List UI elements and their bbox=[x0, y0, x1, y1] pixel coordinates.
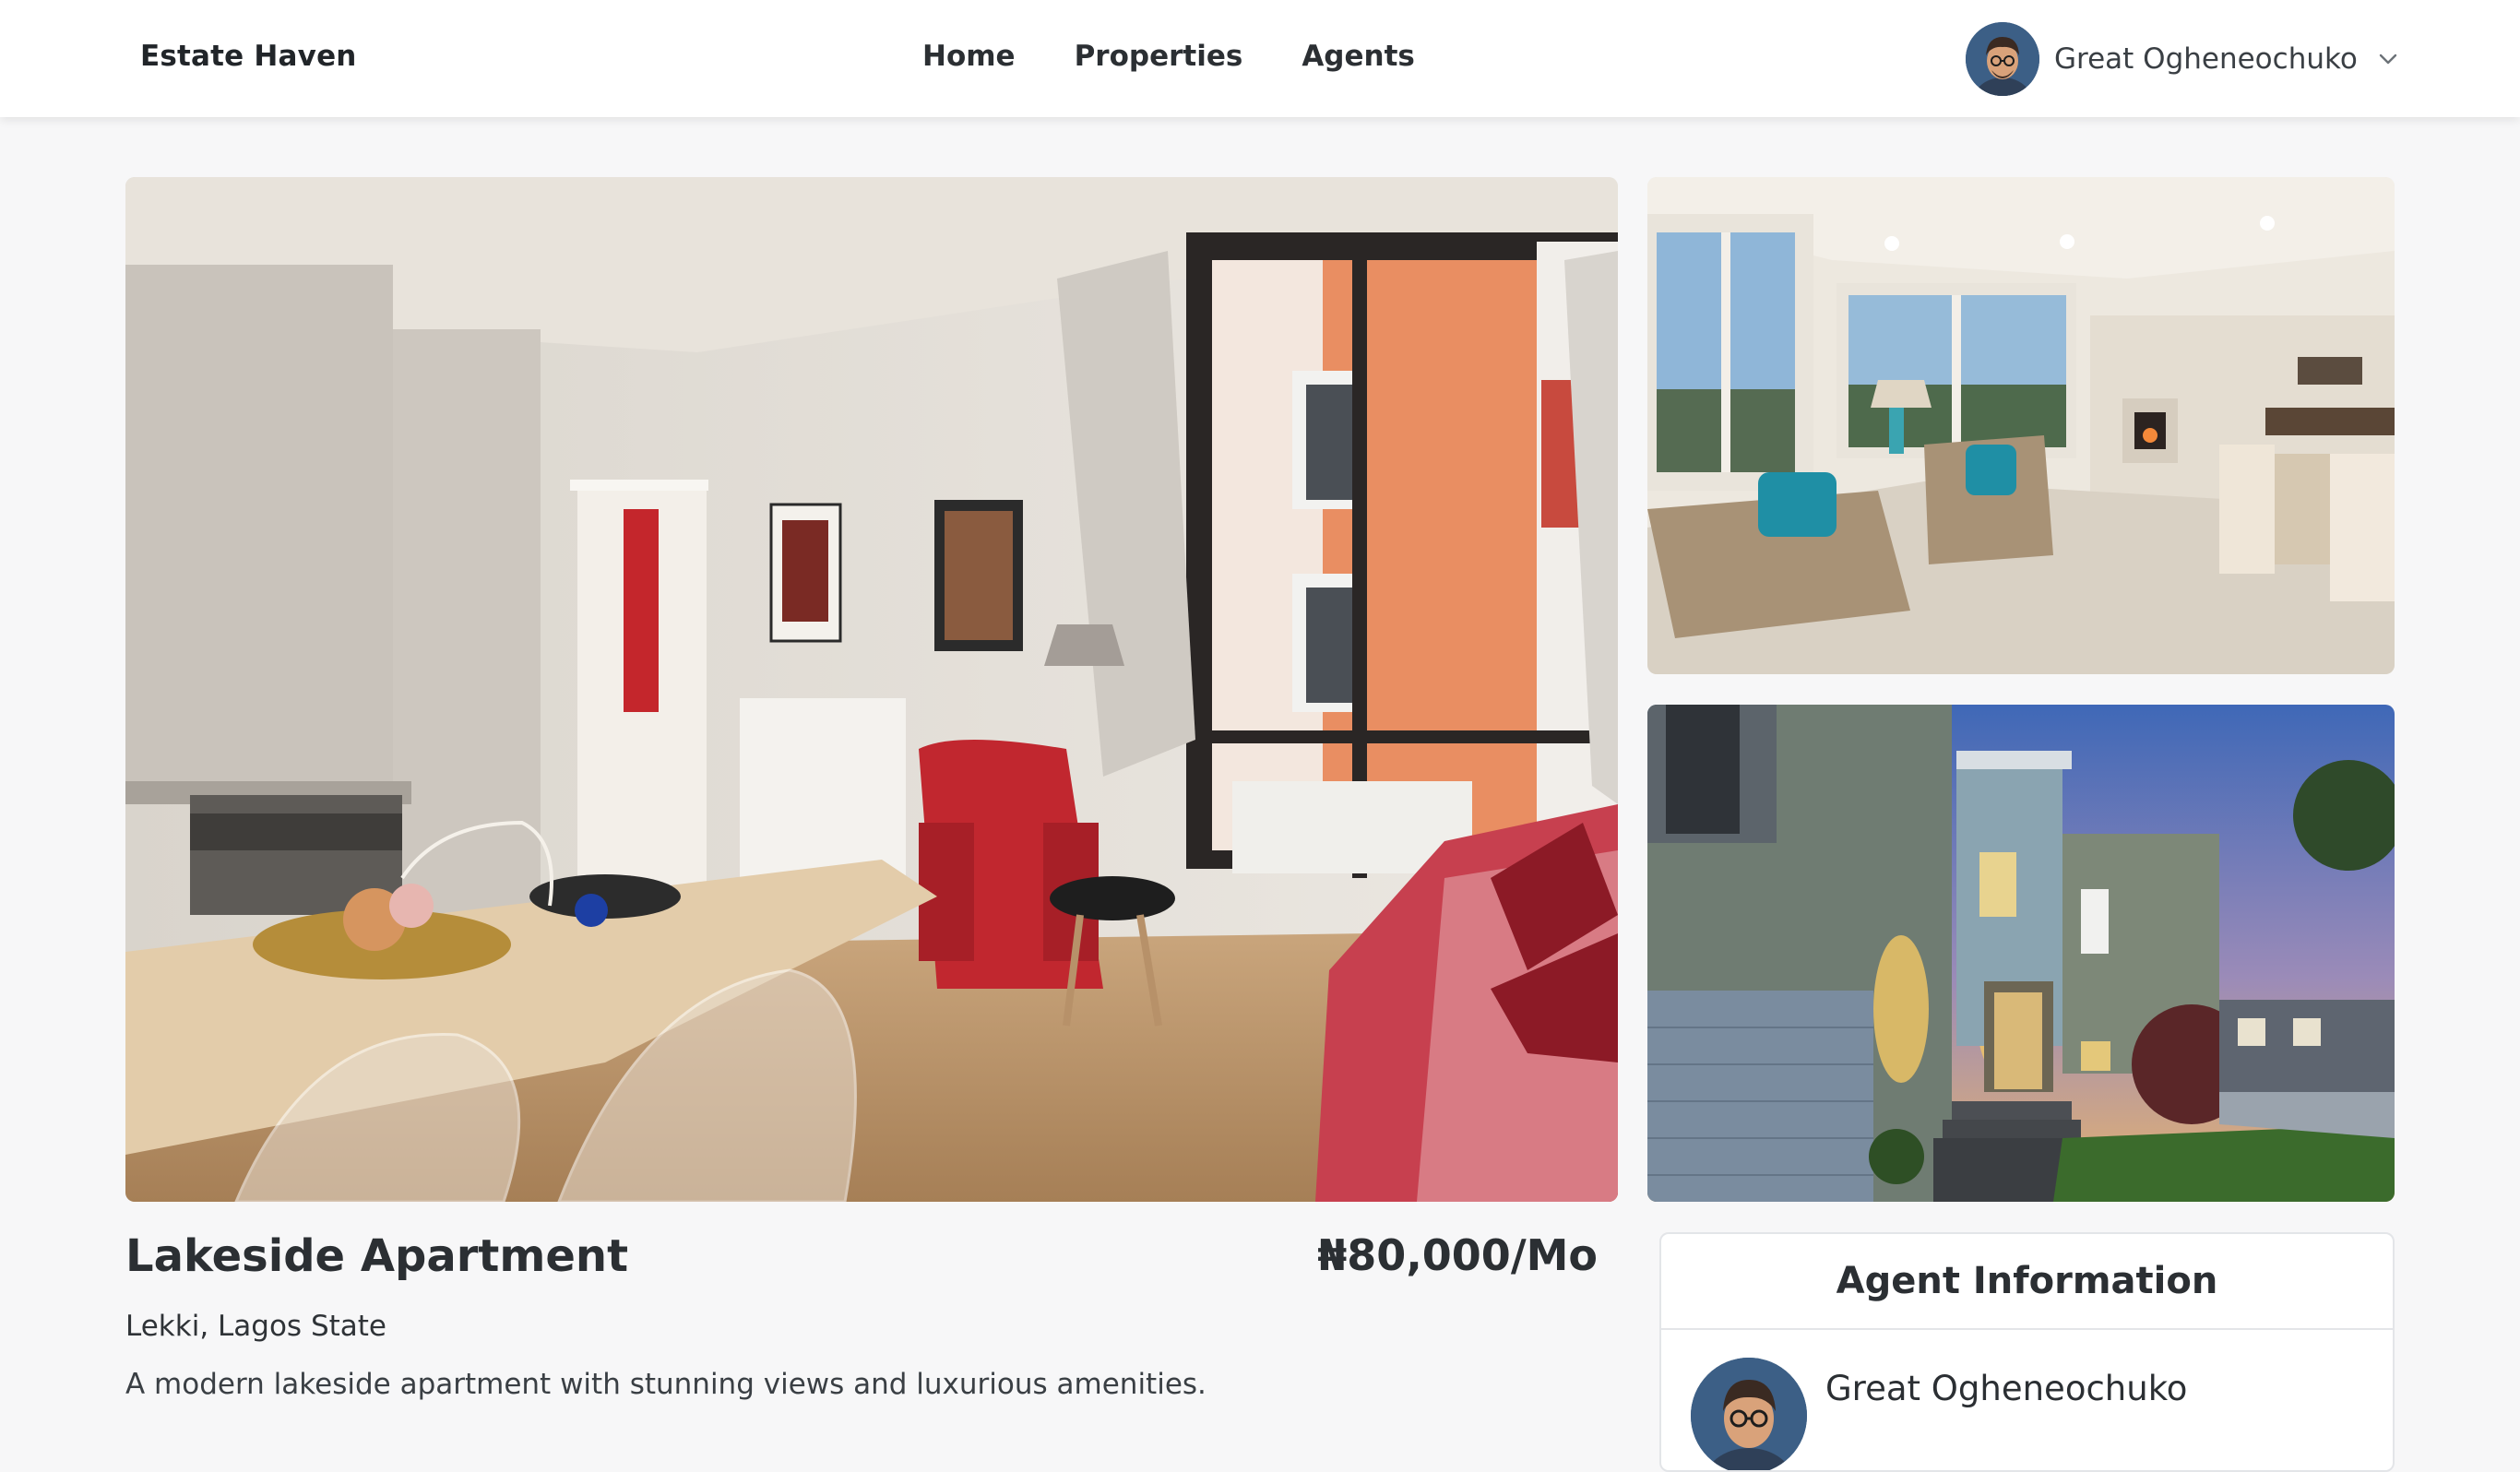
property-photo-living-room[interactable] bbox=[1647, 177, 2395, 674]
property-location: Lekki, Lagos State bbox=[125, 1310, 386, 1343]
property-title: Lakeside Apartment bbox=[125, 1230, 629, 1282]
main-nav: Home Properties Agents bbox=[922, 40, 1415, 73]
nav-link-home[interactable]: Home bbox=[922, 40, 1016, 73]
nav-link-agents[interactable]: Agents bbox=[1302, 40, 1415, 73]
user-menu-toggle[interactable]: Great Ogheneochuko bbox=[1966, 21, 2398, 97]
property-photo-exterior[interactable] bbox=[1647, 705, 2395, 1202]
property-description: A modern lakeside apartment with stunnin… bbox=[125, 1368, 1207, 1401]
chevron-down-icon bbox=[2379, 53, 2397, 65]
agent-avatar[interactable] bbox=[1691, 1358, 1807, 1470]
user-avatar bbox=[1966, 22, 2039, 96]
agent-name[interactable]: Great Ogheneochuko bbox=[1825, 1369, 2187, 1408]
agent-row: Great Ogheneochuko bbox=[1661, 1330, 2393, 1470]
property-price: ₦80,000/Mo bbox=[1317, 1230, 1598, 1280]
nav-link-properties[interactable]: Properties bbox=[1075, 40, 1243, 73]
agent-info-card: Agent Information Great Ogheneochuko bbox=[1659, 1232, 2395, 1472]
top-navbar: Estate Haven Home Properties Agents Grea… bbox=[0, 0, 2520, 117]
user-name: Great Ogheneochuko bbox=[2054, 42, 2358, 76]
brand-logo-link[interactable]: Estate Haven bbox=[140, 40, 357, 73]
property-main-photo[interactable] bbox=[125, 177, 1618, 1202]
agent-card-heading: Agent Information bbox=[1661, 1234, 2393, 1330]
